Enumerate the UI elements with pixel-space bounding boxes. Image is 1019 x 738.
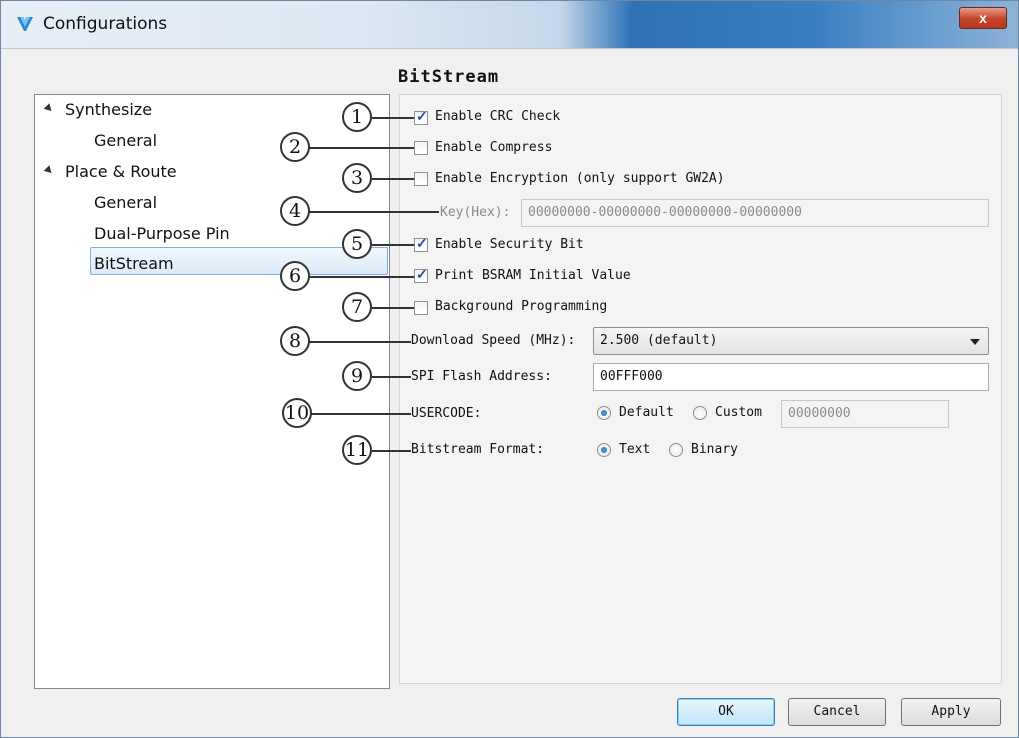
ok-button[interactable]: OK bbox=[677, 698, 775, 726]
tree-item-dual-purpose-pin[interactable]: Dual-Purpose Pin bbox=[94, 224, 230, 243]
bsram-initial-label: Print BSRAM Initial Value bbox=[435, 268, 631, 283]
security-bit-checkbox[interactable] bbox=[414, 235, 428, 252]
callout-number: 11 bbox=[342, 435, 372, 465]
callout-number: 3 bbox=[342, 163, 372, 193]
callout-number: 2 bbox=[280, 132, 310, 162]
spi-flash-field[interactable]: 00FFF000 bbox=[593, 363, 989, 391]
callout-number: 6 bbox=[280, 261, 310, 291]
background-programming-label: Background Programming bbox=[435, 299, 608, 314]
usercode-custom-field[interactable]: 00000000 bbox=[781, 400, 949, 428]
security-bit-label: Enable Security Bit bbox=[435, 237, 584, 252]
crc-check-label: Enable CRC Check bbox=[435, 109, 561, 124]
tree-item-bitstream[interactable]: BitStream bbox=[94, 254, 174, 273]
bsram-initial-checkbox[interactable] bbox=[414, 266, 428, 283]
background-programming-checkbox[interactable] bbox=[414, 301, 428, 315]
format-text-label: Text bbox=[619, 442, 651, 457]
callout-connector bbox=[372, 117, 414, 119]
key-field[interactable]: 00000000-00000000-00000000-00000000 bbox=[521, 199, 989, 227]
callout-number: 9 bbox=[342, 361, 372, 391]
callout-connector bbox=[309, 147, 414, 149]
title-bar: Configurations x bbox=[1, 1, 1018, 49]
compress-checkbox[interactable] bbox=[414, 141, 428, 155]
download-speed-value: 2.500 (default) bbox=[600, 333, 718, 348]
compress-label: Enable Compress bbox=[435, 140, 553, 155]
key-label: Key(Hex): bbox=[440, 205, 511, 220]
format-text-radio[interactable] bbox=[597, 443, 611, 457]
app-logo-icon bbox=[17, 17, 33, 31]
settings-tree bbox=[34, 94, 390, 689]
apply-button[interactable]: Apply bbox=[901, 698, 1001, 726]
crc-check-checkbox[interactable] bbox=[414, 108, 428, 125]
format-binary-label: Binary bbox=[691, 442, 738, 457]
callout-connector bbox=[372, 244, 414, 246]
encryption-label: Enable Encryption (only support GW2A) bbox=[435, 171, 725, 186]
usercode-custom-radio[interactable] bbox=[693, 406, 707, 420]
callout-number: 8 bbox=[280, 326, 310, 356]
callout-number: 10 bbox=[282, 398, 312, 428]
callout-connector bbox=[372, 376, 411, 378]
callout-connector bbox=[372, 178, 414, 180]
encryption-checkbox[interactable] bbox=[414, 172, 428, 186]
callout-connector bbox=[309, 211, 439, 213]
callout-connector bbox=[372, 307, 414, 309]
tree-item-place-route[interactable]: Place & Route bbox=[65, 162, 177, 181]
usercode-default-radio[interactable] bbox=[597, 406, 611, 420]
window-title: Configurations bbox=[43, 14, 168, 34]
callout-number: 4 bbox=[280, 196, 310, 226]
bitstream-format-label: Bitstream Format: bbox=[411, 442, 545, 457]
cancel-button[interactable]: Cancel bbox=[788, 698, 886, 726]
tree-item-synthesize-general[interactable]: General bbox=[94, 131, 157, 150]
callout-connector bbox=[309, 341, 411, 343]
callout-number: 5 bbox=[342, 229, 372, 259]
chevron-down-icon bbox=[970, 339, 980, 345]
usercode-custom-label: Custom bbox=[715, 405, 762, 420]
usercode-default-label: Default bbox=[619, 405, 674, 420]
callout-connector bbox=[372, 450, 411, 452]
callout-number: 7 bbox=[342, 292, 372, 322]
configurations-window: Configurations x BitStream Synthesize Ge… bbox=[0, 0, 1019, 738]
download-speed-label: Download Speed (MHz): bbox=[411, 333, 576, 348]
spi-flash-label: SPI Flash Address: bbox=[411, 369, 552, 384]
tree-item-place-route-general[interactable]: General bbox=[94, 193, 157, 212]
callout-connector bbox=[309, 276, 414, 278]
section-heading: BitStream bbox=[398, 67, 500, 87]
callout-connector bbox=[311, 413, 411, 415]
tree-item-synthesize[interactable]: Synthesize bbox=[65, 100, 152, 119]
format-binary-radio[interactable] bbox=[669, 443, 683, 457]
usercode-label: USERCODE: bbox=[411, 406, 482, 421]
close-button[interactable]: x bbox=[959, 7, 1007, 29]
callout-number: 1 bbox=[342, 102, 372, 132]
download-speed-dropdown[interactable]: 2.500 (default) bbox=[593, 327, 989, 355]
